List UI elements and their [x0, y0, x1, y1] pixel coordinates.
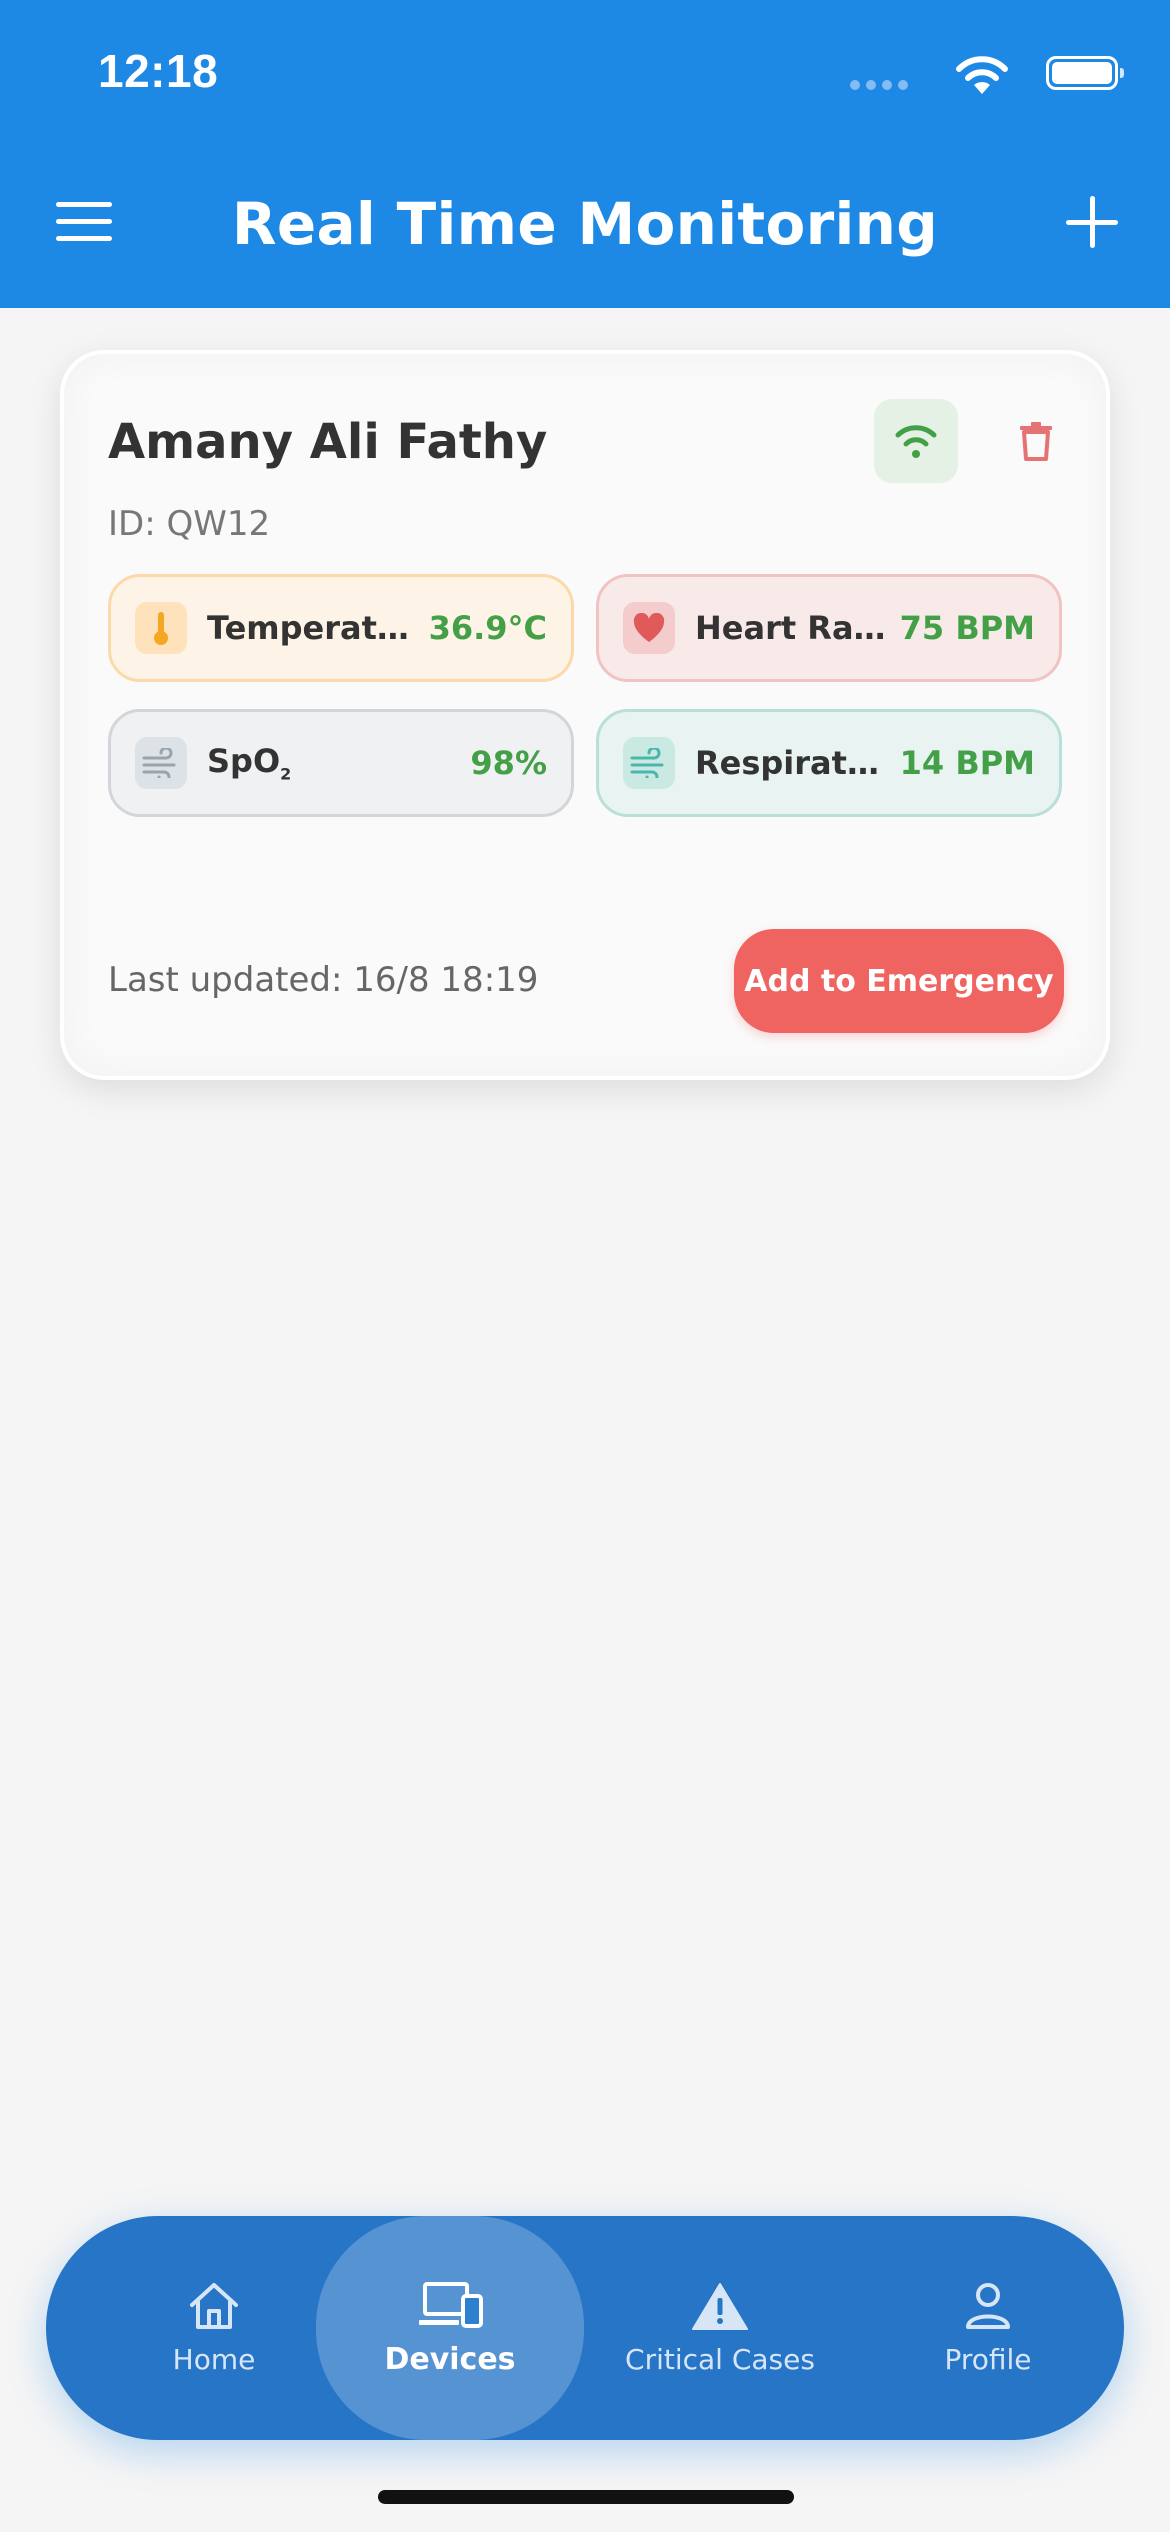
page-title: Real Time Monitoring: [231, 190, 939, 258]
add-device-button[interactable]: [1066, 196, 1118, 248]
air-icon: [135, 737, 187, 789]
spo2-label: SpO2: [207, 742, 458, 783]
patient-name: Amany Ali Fathy: [108, 414, 548, 470]
nav-devices[interactable]: Devices: [316, 2216, 584, 2440]
connection-status-button[interactable]: [874, 399, 958, 483]
temperature-label: Temperature: [207, 609, 417, 647]
temperature-value: 36.9°C: [428, 609, 547, 647]
home-indicator: [378, 2490, 794, 2504]
heart-rate-label: Heart Rate: [695, 609, 888, 647]
delete-button[interactable]: [994, 399, 1078, 483]
person-icon: [966, 2282, 1010, 2329]
spo2-value: 98%: [470, 744, 547, 782]
nav-critical-cases-label: Critical Cases: [625, 2342, 815, 2376]
respiratory-rate-label: Respiratory Rate: [695, 744, 888, 782]
nav-home-label: Home: [172, 2342, 256, 2376]
patient-card[interactable]: Amany Ali Fathy ID: QW12 Temperature 36.…: [60, 350, 1110, 1080]
nav-critical-cases[interactable]: Critical Cases: [586, 2216, 854, 2440]
warning-icon: [692, 2282, 748, 2330]
wifi-icon: [895, 425, 937, 458]
devices-icon: [419, 2281, 483, 2328]
respiratory-rate-value: 14 BPM: [899, 744, 1035, 782]
battery-icon: [1046, 56, 1124, 90]
heart-rate-value: 75 BPM: [899, 609, 1035, 647]
add-to-emergency-button[interactable]: Add to Emergency: [734, 929, 1064, 1033]
heart-rate-metric[interactable]: Heart Rate 75 BPM: [596, 574, 1062, 682]
thermometer-icon: [135, 602, 187, 654]
respiratory-rate-metric[interactable]: Respiratory Rate 14 BPM: [596, 709, 1062, 817]
app-header: 12:18 Real Time Monitoring: [0, 0, 1170, 308]
bottom-nav: Home Devices Critical Cases Profile: [46, 2216, 1124, 2440]
nav-profile-label: Profile: [944, 2342, 1032, 2376]
spo2-label-text: SpO: [207, 742, 281, 781]
nav-profile[interactable]: Profile: [854, 2216, 1122, 2440]
wind-icon: [623, 737, 675, 789]
heart-icon: [623, 602, 675, 654]
wifi-status-icon: [956, 56, 1008, 94]
nav-devices-label: Devices: [384, 2341, 516, 2377]
spo2-metric[interactable]: SpO2 98%: [108, 709, 574, 817]
cellular-signal-icon: [850, 80, 908, 90]
trash-icon: [1020, 422, 1052, 461]
home-icon: [190, 2282, 238, 2329]
last-updated: Last updated: 16/8 18:19: [108, 960, 539, 1000]
nav-home[interactable]: Home: [80, 2216, 348, 2440]
spo2-subscript: 2: [280, 764, 292, 784]
patient-id: ID: QW12: [108, 504, 271, 544]
status-time: 12:18: [98, 45, 219, 97]
status-bar: 12:18: [0, 0, 1170, 150]
temperature-metric[interactable]: Temperature 36.9°C: [108, 574, 574, 682]
